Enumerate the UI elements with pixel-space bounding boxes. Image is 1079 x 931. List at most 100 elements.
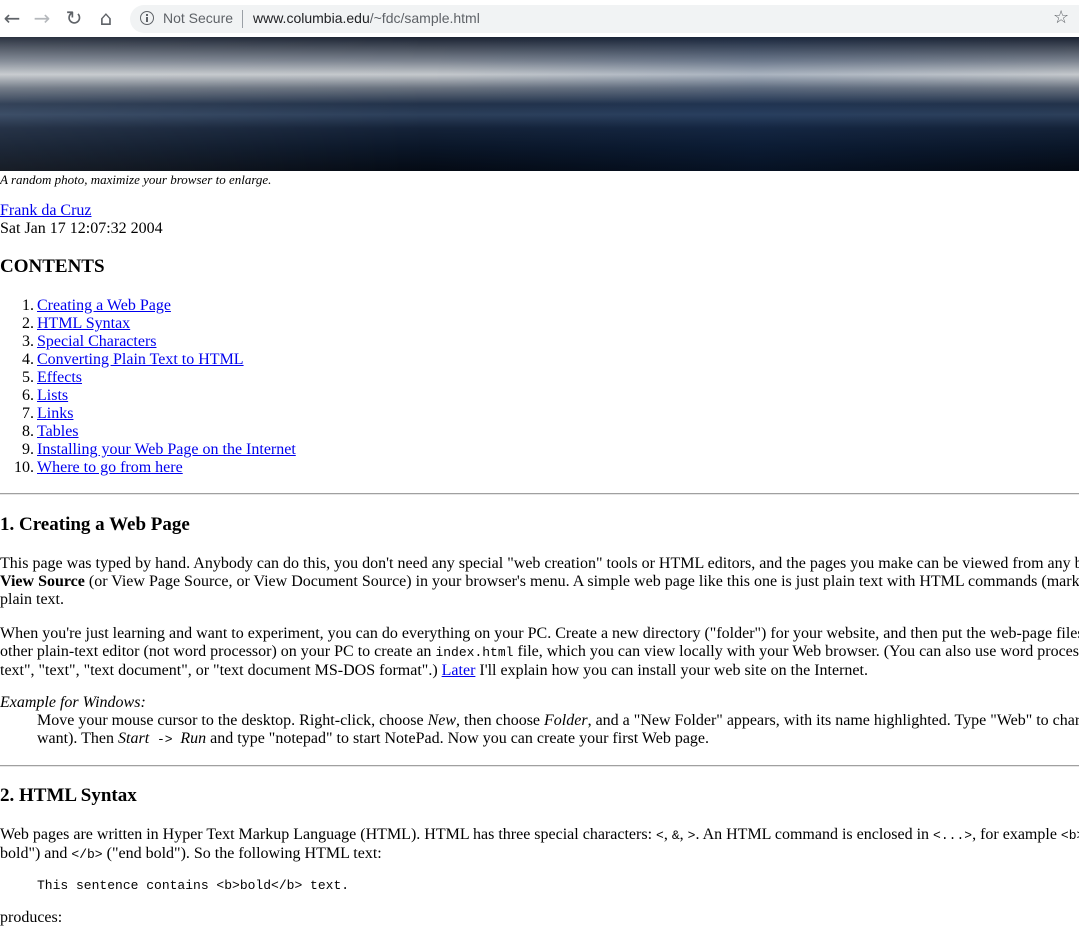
info-icon[interactable] xyxy=(140,11,154,25)
toc-link[interactable]: Lists xyxy=(37,387,68,404)
text-line: other plain-text editor (not word proces… xyxy=(0,643,1079,662)
toc-link[interactable]: HTML Syntax xyxy=(37,315,130,332)
toc-number: 7. xyxy=(22,405,34,422)
toc-item: 6. Lists xyxy=(0,387,296,405)
example-label: Example for Windows: xyxy=(0,694,146,711)
photo-caption: A random photo, maximize your browser to… xyxy=(0,172,272,187)
example-body: Move your mouse cursor to the desktop. R… xyxy=(37,712,1079,749)
italic-text: Run xyxy=(180,730,207,747)
text-span: (or View Page Source, or View Document S… xyxy=(84,573,1079,590)
toc-number: 6. xyxy=(22,387,34,404)
toc-link[interactable]: Creating a Web Page xyxy=(37,297,171,314)
header-photo xyxy=(0,37,1079,171)
toc-item: 4. Converting Plain Text to HTML xyxy=(0,351,296,369)
text-line: text", "text", "text document", or "text… xyxy=(0,662,1079,680)
toc-item: 1. Creating a Web Page xyxy=(0,297,296,315)
arrow-text: -> xyxy=(149,732,181,747)
toc-item: 7. Links xyxy=(0,405,296,423)
text-span: Web pages are written in Hyper Text Mark… xyxy=(0,826,657,843)
toc-item: 5. Effects xyxy=(0,369,296,387)
toc-item: 10. Where to go from here xyxy=(0,459,296,477)
url-domain: www.columbia.edu xyxy=(253,10,370,26)
text-span: text", "text", "text document", or "text… xyxy=(0,662,442,679)
text-span: , xyxy=(679,826,688,843)
browser-toolbar: ← → ↻ ⌂ Not Secure www.columbia.edu/~fdc… xyxy=(0,0,1079,38)
back-arrow-icon[interactable]: ← xyxy=(0,6,24,30)
toc-link[interactable]: Tables xyxy=(37,423,79,440)
contents-heading: CONTENTS xyxy=(0,256,105,277)
text-line: plain text. xyxy=(0,591,64,608)
text-span: want). Then xyxy=(37,730,119,747)
code-text: <b> xyxy=(1060,828,1079,843)
star-icon[interactable]: ☆ xyxy=(1053,7,1069,28)
code-text: <...> xyxy=(933,828,973,843)
toc-number: 3. xyxy=(22,333,34,350)
text-line: Move your mouse cursor to the desktop. R… xyxy=(37,712,1079,730)
section-2-heading: 2. HTML Syntax xyxy=(0,785,137,806)
home-icon[interactable]: ⌂ xyxy=(94,6,118,30)
text-span: and type "notepad" to start NotePad. Now… xyxy=(206,730,710,747)
text-span: , and a "New Folder" appears, with its n… xyxy=(587,712,1079,729)
address-bar[interactable]: Not Secure www.columbia.edu/~fdc/sample.… xyxy=(130,5,1079,33)
toc-number: 5. xyxy=(22,369,34,386)
code-example: This sentence contains <b>bold</b> text. xyxy=(37,878,350,893)
produces-text: produces: xyxy=(0,909,63,926)
url-text[interactable]: www.columbia.edu/~fdc/sample.html xyxy=(253,10,480,26)
section-1-paragraph-1: This page was typed by hand. Anybody can… xyxy=(0,555,1079,609)
text-span: file, which you can view locally with yo… xyxy=(513,643,1079,660)
toc-link[interactable]: Links xyxy=(37,405,73,422)
toc-link[interactable]: Effects xyxy=(37,369,82,386)
address-separator xyxy=(242,10,243,28)
italic-text: New xyxy=(427,712,457,729)
text-span: . An HTML command is enclosed in xyxy=(695,826,934,843)
toc-number: 9. xyxy=(22,441,34,458)
text-line: Web pages are written in Hyper Text Mark… xyxy=(0,826,1079,845)
table-of-contents: 1. Creating a Web Page 2. HTML Syntax 3. Spec… xyxy=(0,297,296,477)
text-line: This page was typed by hand. Anybody can… xyxy=(0,555,1079,572)
text-span: ("end bold"). So the following HTML text… xyxy=(102,845,382,862)
text-line: View Source (or View Page Source, or Vie… xyxy=(0,573,1079,591)
code-text: </b> xyxy=(71,847,103,862)
section-1-paragraph-2: When you're just learning and want to ex… xyxy=(0,625,1079,680)
section-2-paragraph-1: Web pages are written in Hyper Text Mark… xyxy=(0,826,1079,864)
code-text: index.html xyxy=(435,645,514,660)
toc-link[interactable]: Converting Plain Text to HTML xyxy=(37,351,244,368)
toc-link[interactable]: Where to go from here xyxy=(37,459,183,476)
bold-text: View Source xyxy=(0,573,85,590)
text-span: Move your mouse cursor to the desktop. R… xyxy=(37,712,428,729)
toc-number: 1. xyxy=(22,297,34,314)
section-1-heading: 1. Creating a Web Page xyxy=(0,514,190,535)
page-content: A random photo, maximize your browser to… xyxy=(0,37,1079,931)
toc-number: 10. xyxy=(14,459,34,476)
text-span: , then choose xyxy=(456,712,545,729)
toc-item: 8. Tables xyxy=(0,423,296,441)
divider xyxy=(0,493,1079,495)
text-span: , xyxy=(663,826,672,843)
toc-link[interactable]: Installing your Web Page on the Internet xyxy=(37,441,296,458)
toc-number: 4. xyxy=(22,351,34,368)
toc-item: 9. Installing your Web Page on the Intern… xyxy=(0,441,296,459)
author-link[interactable]: Frank da Cruz xyxy=(0,202,92,220)
url-path: /~fdc/sample.html xyxy=(369,10,480,26)
code-text: < xyxy=(656,828,664,843)
italic-text: Folder xyxy=(544,712,588,729)
text-span: , for example xyxy=(972,826,1061,843)
toc-item: 3. Special Characters xyxy=(0,333,296,351)
security-label[interactable]: Not Secure xyxy=(163,10,233,26)
text-line: want). Then Start -> Run and type "notep… xyxy=(37,730,1079,749)
toc-link[interactable]: Special Characters xyxy=(37,333,157,350)
divider xyxy=(0,765,1079,767)
toc-number: 8. xyxy=(22,423,34,440)
toc-number: 2. xyxy=(22,315,34,332)
text-line: When you're just learning and want to ex… xyxy=(0,625,1079,642)
code-text: & xyxy=(671,828,680,843)
page-date: Sat Jan 17 12:07:32 2004 xyxy=(0,220,163,237)
toc-item: 2. HTML Syntax xyxy=(0,315,296,333)
forward-arrow-icon[interactable]: → xyxy=(30,6,54,30)
later-link[interactable]: Later xyxy=(442,662,476,679)
italic-text: Start xyxy=(118,730,150,747)
text-line: bold") and </b> ("end bold"). So the fol… xyxy=(0,845,1079,864)
text-span: bold") and xyxy=(0,845,72,862)
reload-icon[interactable]: ↻ xyxy=(62,6,86,30)
text-span: other plain-text editor (not word proces… xyxy=(0,643,436,660)
